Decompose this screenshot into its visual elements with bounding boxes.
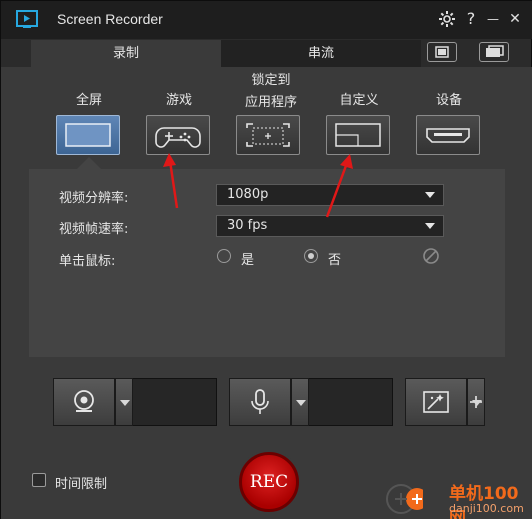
chevron-down-icon — [425, 192, 435, 198]
mode-game-button[interactable] — [146, 115, 210, 155]
lock-app-icon — [246, 123, 290, 147]
time-limit-checkbox[interactable] — [32, 473, 46, 487]
active-mode-pointer — [77, 157, 101, 169]
title-bar: Screen Recorder ? — ✕ — [1, 1, 532, 39]
tab-record[interactable]: 录制 — [31, 40, 221, 67]
compact-mode-button[interactable] — [479, 42, 509, 62]
tab-stream[interactable]: 串流 — [221, 40, 421, 67]
webcam-button[interactable] — [53, 378, 115, 426]
watermark-logo-icon — [386, 484, 423, 514]
click-yes-radio[interactable] — [217, 249, 231, 263]
gamepad-icon — [155, 127, 201, 148]
microphone-dropdown-button[interactable] — [291, 378, 309, 426]
mode-fullscreen-button[interactable] — [56, 115, 120, 155]
mode-label-custom: 自定义 — [339, 93, 379, 108]
webcam-dropdown-button[interactable] — [115, 378, 133, 426]
microphone-button[interactable] — [229, 378, 291, 426]
annotation-arrow-icon — [163, 153, 179, 209]
time-limit-label: 时间限制 — [55, 477, 108, 492]
minimize-button[interactable]: — — [483, 9, 503, 29]
mode-label-device: 设备 — [435, 93, 462, 108]
magic-effects-icon — [423, 391, 449, 413]
resolution-label: 视频分辨率: — [59, 191, 129, 206]
app-title: Screen Recorder — [57, 11, 163, 27]
click-yes-label: 是 — [241, 253, 255, 268]
help-button[interactable]: ? — [461, 9, 481, 29]
effects-button[interactable] — [405, 378, 467, 426]
mode-device-button[interactable] — [416, 115, 480, 155]
click-no-label: 否 — [328, 253, 342, 268]
mode-custom-button[interactable] — [326, 115, 390, 155]
click-no-radio[interactable] — [304, 249, 318, 263]
settings-gear-icon[interactable] — [437, 9, 457, 29]
microphone-icon — [251, 389, 269, 414]
watermark: 单机100网 danji100.com — [383, 475, 532, 519]
framerate-value: 30 fps — [227, 218, 268, 233]
resolution-value: 1080p — [227, 187, 269, 202]
fullscreen-icon — [65, 123, 111, 147]
custom-area-icon — [335, 123, 381, 147]
full-mode-button[interactable] — [427, 42, 457, 62]
screen-recorder-logo-icon — [16, 10, 38, 28]
framerate-label: 视频帧速率: — [59, 222, 129, 237]
tab-bar: 录制 串流 — [31, 40, 521, 67]
mode-label-lock-app-line1: 锁定到 — [251, 73, 291, 88]
webcam-icon — [74, 390, 94, 412]
rec-button[interactable]: REC — [239, 452, 299, 512]
watermark-url: danji100.com — [449, 502, 524, 515]
app-window: Screen Recorder ? — ✕ 录制 串流 全屏 游戏 锁定到 应用… — [0, 0, 532, 519]
disabled-icon — [423, 248, 439, 264]
add-effect-button[interactable] — [467, 378, 485, 426]
mode-label-fullscreen: 全屏 — [75, 93, 102, 108]
mode-label-lock-app: 锁定到 应用程序 — [231, 69, 311, 110]
mode-lock-app-button[interactable] — [236, 115, 300, 155]
plus-icon — [470, 396, 482, 408]
mode-label-lock-app-line2: 应用程序 — [244, 95, 297, 110]
annotation-arrow-icon — [325, 154, 353, 218]
close-button[interactable]: ✕ — [505, 9, 525, 29]
chevron-down-icon — [425, 223, 435, 229]
hdmi-device-icon — [426, 128, 470, 143]
mouse-click-label: 单击鼠标: — [59, 254, 116, 269]
mode-label-game: 游戏 — [165, 93, 192, 108]
